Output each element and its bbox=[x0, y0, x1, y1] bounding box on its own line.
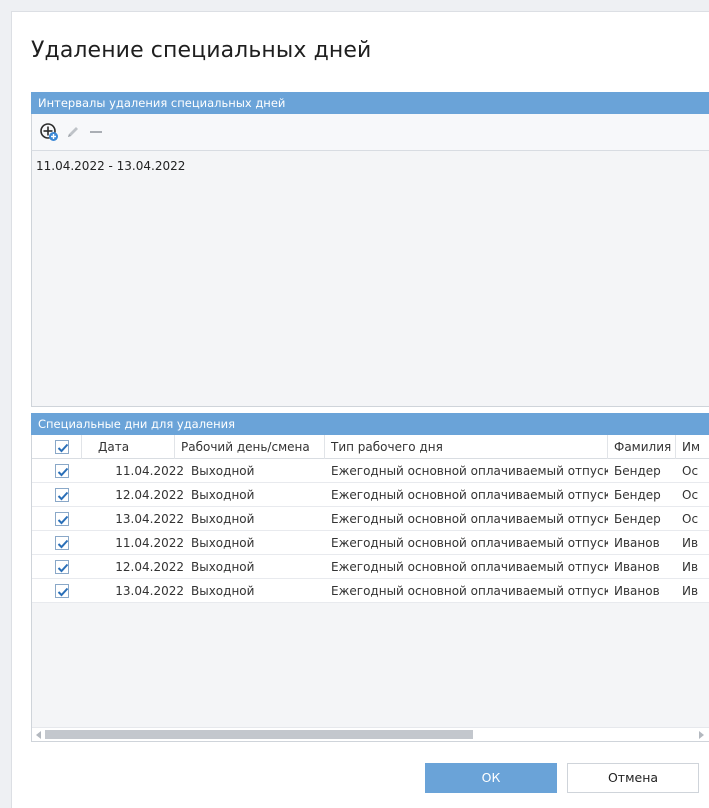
grid-header-row: Дата Рабочий день/смена Тип рабочего дня… bbox=[32, 435, 709, 459]
table-row[interactable]: 12.04.2022 Выходной Ежегодный основной о… bbox=[32, 483, 709, 507]
cell-workday: Выходной bbox=[191, 560, 255, 574]
remove-interval-button[interactable] bbox=[85, 121, 107, 143]
table-row[interactable]: 13.04.2022 Выходной Ежегодный основной о… bbox=[32, 507, 709, 531]
cell-last-name: Иванов bbox=[614, 560, 660, 574]
cell-first-name: Ив bbox=[682, 584, 699, 598]
table-row[interactable]: 11.04.2022 Выходной Ежегодный основной о… bbox=[32, 459, 709, 483]
cell-date: 13.04.2022 bbox=[115, 584, 184, 598]
cell-first-name: Ив bbox=[682, 560, 699, 574]
column-header-first-name[interactable]: Им bbox=[676, 435, 709, 459]
checkmark-icon bbox=[57, 539, 69, 549]
column-header-date[interactable]: Дата bbox=[92, 435, 175, 459]
cell-day-type: Ежегодный основной оплачиваемый отпуск bbox=[331, 488, 608, 502]
horizontal-scrollbar[interactable] bbox=[32, 727, 709, 741]
cell-date: 12.04.2022 bbox=[115, 560, 184, 574]
cancel-button[interactable]: Отмена bbox=[567, 763, 699, 793]
cell-date: 13.04.2022 bbox=[115, 512, 184, 526]
select-all-cell bbox=[32, 435, 82, 459]
checkmark-icon bbox=[57, 491, 69, 501]
row-checkbox[interactable] bbox=[55, 560, 69, 574]
intervals-panel-header: Интервалы удаления специальных дней bbox=[31, 92, 709, 114]
add-interval-icon bbox=[40, 123, 58, 141]
scroll-left-arrow-icon[interactable] bbox=[36, 731, 41, 739]
row-checkbox[interactable] bbox=[55, 584, 69, 598]
table-row[interactable]: 11.04.2022 Выходной Ежегодный основной о… bbox=[32, 531, 709, 555]
cell-last-name: Бендер bbox=[614, 512, 661, 526]
cell-first-name: Ос bbox=[682, 488, 699, 502]
row-checkbox[interactable] bbox=[55, 536, 69, 550]
cell-date: 11.04.2022 bbox=[115, 464, 184, 478]
dialog-title: Удаление специальных дней bbox=[31, 38, 372, 63]
cell-workday: Выходной bbox=[191, 536, 255, 550]
select-all-checkbox[interactable] bbox=[55, 440, 69, 454]
special-days-panel-header: Специальные дни для удаления bbox=[31, 413, 709, 435]
scroll-right-arrow-icon[interactable] bbox=[699, 731, 704, 739]
row-checkbox[interactable] bbox=[55, 464, 69, 478]
cell-date: 11.04.2022 bbox=[115, 536, 184, 550]
column-header-day-type[interactable]: Тип рабочего дня bbox=[325, 435, 608, 459]
cell-last-name: Иванов bbox=[614, 536, 660, 550]
row-checkbox[interactable] bbox=[55, 512, 69, 526]
cell-date: 12.04.2022 bbox=[115, 488, 184, 502]
cell-day-type: Ежегодный основной оплачиваемый отпуск bbox=[331, 584, 608, 598]
cell-last-name: Иванов bbox=[614, 584, 660, 598]
scrollbar-thumb[interactable] bbox=[45, 730, 473, 739]
delete-special-days-dialog: Удаление специальных дней Интервалы удал… bbox=[11, 11, 709, 808]
checkmark-icon bbox=[57, 587, 69, 597]
cell-last-name: Бендер bbox=[614, 488, 661, 502]
cell-workday: Выходной bbox=[191, 464, 255, 478]
cell-workday: Выходной bbox=[191, 584, 255, 598]
cell-day-type: Ежегодный основной оплачиваемый отпуск bbox=[331, 464, 608, 478]
table-row[interactable]: 12.04.2022 Выходной Ежегодный основной о… bbox=[32, 555, 709, 579]
interval-item[interactable]: 11.04.2022 - 13.04.2022 bbox=[36, 159, 185, 173]
cell-day-type: Ежегодный основной оплачиваемый отпуск bbox=[331, 560, 608, 574]
checkmark-icon bbox=[57, 443, 69, 453]
cell-day-type: Ежегодный основной оплачиваемый отпуск bbox=[331, 536, 608, 550]
ok-button[interactable]: ОК bbox=[425, 763, 557, 793]
column-header-workday[interactable]: Рабочий день/смена bbox=[175, 435, 325, 459]
column-header-last-name[interactable]: Фамилия bbox=[608, 435, 676, 459]
cell-first-name: Ос bbox=[682, 464, 699, 478]
remove-minus-icon bbox=[90, 131, 102, 133]
cell-day-type: Ежегодный основной оплачиваемый отпуск bbox=[331, 512, 608, 526]
cell-workday: Выходной bbox=[191, 512, 255, 526]
special-days-grid: Дата Рабочий день/смена Тип рабочего дня… bbox=[31, 435, 709, 742]
cell-first-name: Ос bbox=[682, 512, 699, 526]
cell-last-name: Бендер bbox=[614, 464, 661, 478]
edit-interval-button[interactable] bbox=[62, 121, 84, 143]
cell-first-name: Ив bbox=[682, 536, 699, 550]
checkmark-icon bbox=[57, 563, 69, 573]
edit-pencil-icon bbox=[68, 127, 78, 137]
row-checkbox[interactable] bbox=[55, 488, 69, 502]
checkmark-icon bbox=[57, 467, 69, 477]
add-interval-button[interactable] bbox=[38, 121, 60, 143]
intervals-toolbar bbox=[31, 114, 709, 150]
cell-workday: Выходной bbox=[191, 488, 255, 502]
table-row[interactable]: 13.04.2022 Выходной Ежегодный основной о… bbox=[32, 579, 709, 603]
intervals-list: 11.04.2022 - 13.04.2022 bbox=[31, 150, 709, 407]
checkmark-icon bbox=[57, 515, 69, 525]
